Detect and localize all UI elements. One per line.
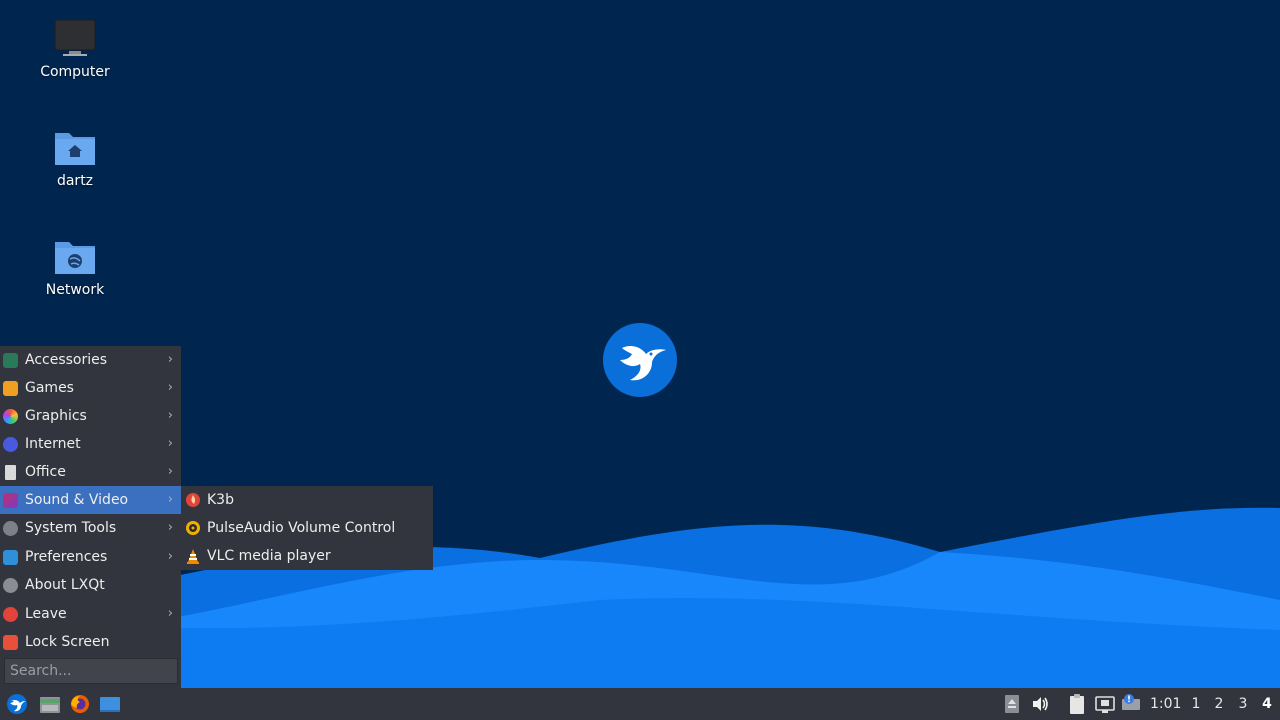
desktop-icon-network[interactable]: Network xyxy=(20,236,130,298)
desktop-icon-label: dartz xyxy=(56,173,94,189)
clock[interactable]: 1:01 xyxy=(1150,688,1181,720)
menu-item-label: Games xyxy=(25,380,74,396)
update-notification-button[interactable] xyxy=(1120,688,1142,720)
internet-icon xyxy=(3,437,18,452)
computer-icon xyxy=(53,18,97,58)
file-manager-button[interactable] xyxy=(38,688,62,720)
desktop-icon-home[interactable]: dartz xyxy=(20,127,130,189)
network-button[interactable] xyxy=(1094,688,1116,720)
chevron-right-icon: › xyxy=(167,436,173,451)
menu-item-sound-video[interactable]: Sound & Video › xyxy=(0,486,181,514)
volume-button[interactable] xyxy=(1030,688,1050,720)
system-tools-icon xyxy=(3,521,18,536)
home-folder-icon xyxy=(53,127,97,167)
vlc-icon xyxy=(187,549,199,564)
menu-item-label: Lock Screen xyxy=(25,634,110,650)
menu-item-label: Leave xyxy=(25,606,67,622)
menu-item-label: System Tools xyxy=(25,520,117,536)
sound-video-icon xyxy=(3,493,18,508)
network-folder-icon xyxy=(53,236,97,276)
chevron-right-icon: › xyxy=(167,408,173,423)
submenu-item-pulseaudio[interactable]: PulseAudio Volume Control xyxy=(181,514,433,542)
submenu-item-label: PulseAudio Volume Control xyxy=(207,520,396,536)
eject-icon xyxy=(1005,695,1019,713)
firefox-button[interactable] xyxy=(68,688,92,720)
menu-item-lock-screen[interactable]: Lock Screen xyxy=(0,628,181,656)
menu-item-label: Office xyxy=(25,464,66,480)
chevron-right-icon: › xyxy=(167,606,173,621)
accessories-icon xyxy=(3,353,18,368)
menu-item-office[interactable]: Office › xyxy=(0,458,181,486)
submenu-item-k3b[interactable]: K3b xyxy=(181,486,433,514)
power-icon xyxy=(3,607,18,622)
chevron-right-icon: › xyxy=(167,352,173,367)
volume-icon xyxy=(1033,697,1048,711)
menu-item-leave[interactable]: Leave › xyxy=(0,600,181,628)
eject-button[interactable] xyxy=(1003,688,1021,720)
firefox-icon xyxy=(71,695,89,713)
menu-item-label: Graphics xyxy=(25,408,87,424)
menu-item-preferences[interactable]: Preferences › xyxy=(0,543,181,571)
chevron-right-icon: › xyxy=(167,380,173,395)
games-icon xyxy=(3,381,18,396)
desktop-icon-label: Network xyxy=(45,282,105,298)
show-desktop-button[interactable] xyxy=(98,688,122,720)
menu-item-accessories[interactable]: Accessories › xyxy=(0,346,181,374)
desktop: Computer dartz Network Accessories › Gam… xyxy=(0,0,1280,720)
menu-item-label: Accessories xyxy=(25,352,108,368)
search-placeholder: Search... xyxy=(10,663,72,679)
desktop-switch-4[interactable]: 4 xyxy=(1256,688,1278,720)
office-icon xyxy=(5,465,16,480)
menu-item-label: About LXQt xyxy=(25,577,105,593)
menu-item-label: Sound & Video xyxy=(25,492,129,508)
taskbar: 1:01 1 2 3 4 xyxy=(0,688,1280,720)
start-menu-button[interactable] xyxy=(4,688,30,720)
menu-item-label: Internet xyxy=(25,436,81,452)
menu-item-games[interactable]: Games › xyxy=(0,374,181,402)
pulseaudio-icon xyxy=(186,521,200,535)
desktop-switch-1[interactable]: 1 xyxy=(1185,688,1207,720)
start-menu-icon xyxy=(7,694,27,714)
menu-item-graphics[interactable]: Graphics › xyxy=(0,402,181,430)
desktop-switch-3[interactable]: 3 xyxy=(1232,688,1254,720)
preferences-icon xyxy=(3,550,18,565)
file-manager-icon xyxy=(40,697,60,713)
menu-item-label: Preferences xyxy=(25,549,108,565)
network-icon xyxy=(1095,696,1115,713)
submenu-item-label: K3b xyxy=(207,492,234,508)
chevron-right-icon: › xyxy=(167,492,173,507)
desktop-icon-computer[interactable]: Computer xyxy=(20,18,130,80)
lubuntu-logo xyxy=(602,322,678,398)
submenu-item-vlc[interactable]: VLC media player xyxy=(181,542,433,570)
menu-item-about-lxqt[interactable]: About LXQt xyxy=(0,571,181,599)
k3b-icon xyxy=(186,493,200,507)
menu-item-system-tools[interactable]: System Tools › xyxy=(0,514,181,542)
start-menu: Accessories › Games › Graphics › Interne… xyxy=(0,346,181,688)
chevron-right-icon: › xyxy=(167,549,173,564)
submenu-item-label: VLC media player xyxy=(207,548,331,564)
graphics-icon xyxy=(3,409,18,424)
update-notification-icon xyxy=(1122,694,1140,710)
menu-search-input[interactable]: Search... xyxy=(4,658,178,684)
clipboard-icon xyxy=(1070,694,1084,714)
desktop-icon-label: Computer xyxy=(40,64,110,80)
show-desktop-icon xyxy=(100,697,120,712)
clipboard-button[interactable] xyxy=(1067,688,1087,720)
lock-icon xyxy=(3,635,18,650)
sound-video-submenu: K3b PulseAudio Volume Control VLC media … xyxy=(181,486,433,570)
chevron-right-icon: › xyxy=(167,464,173,479)
menu-item-internet[interactable]: Internet › xyxy=(0,430,181,458)
desktop-switch-2[interactable]: 2 xyxy=(1208,688,1230,720)
chevron-right-icon: › xyxy=(167,520,173,535)
info-icon xyxy=(3,578,18,593)
